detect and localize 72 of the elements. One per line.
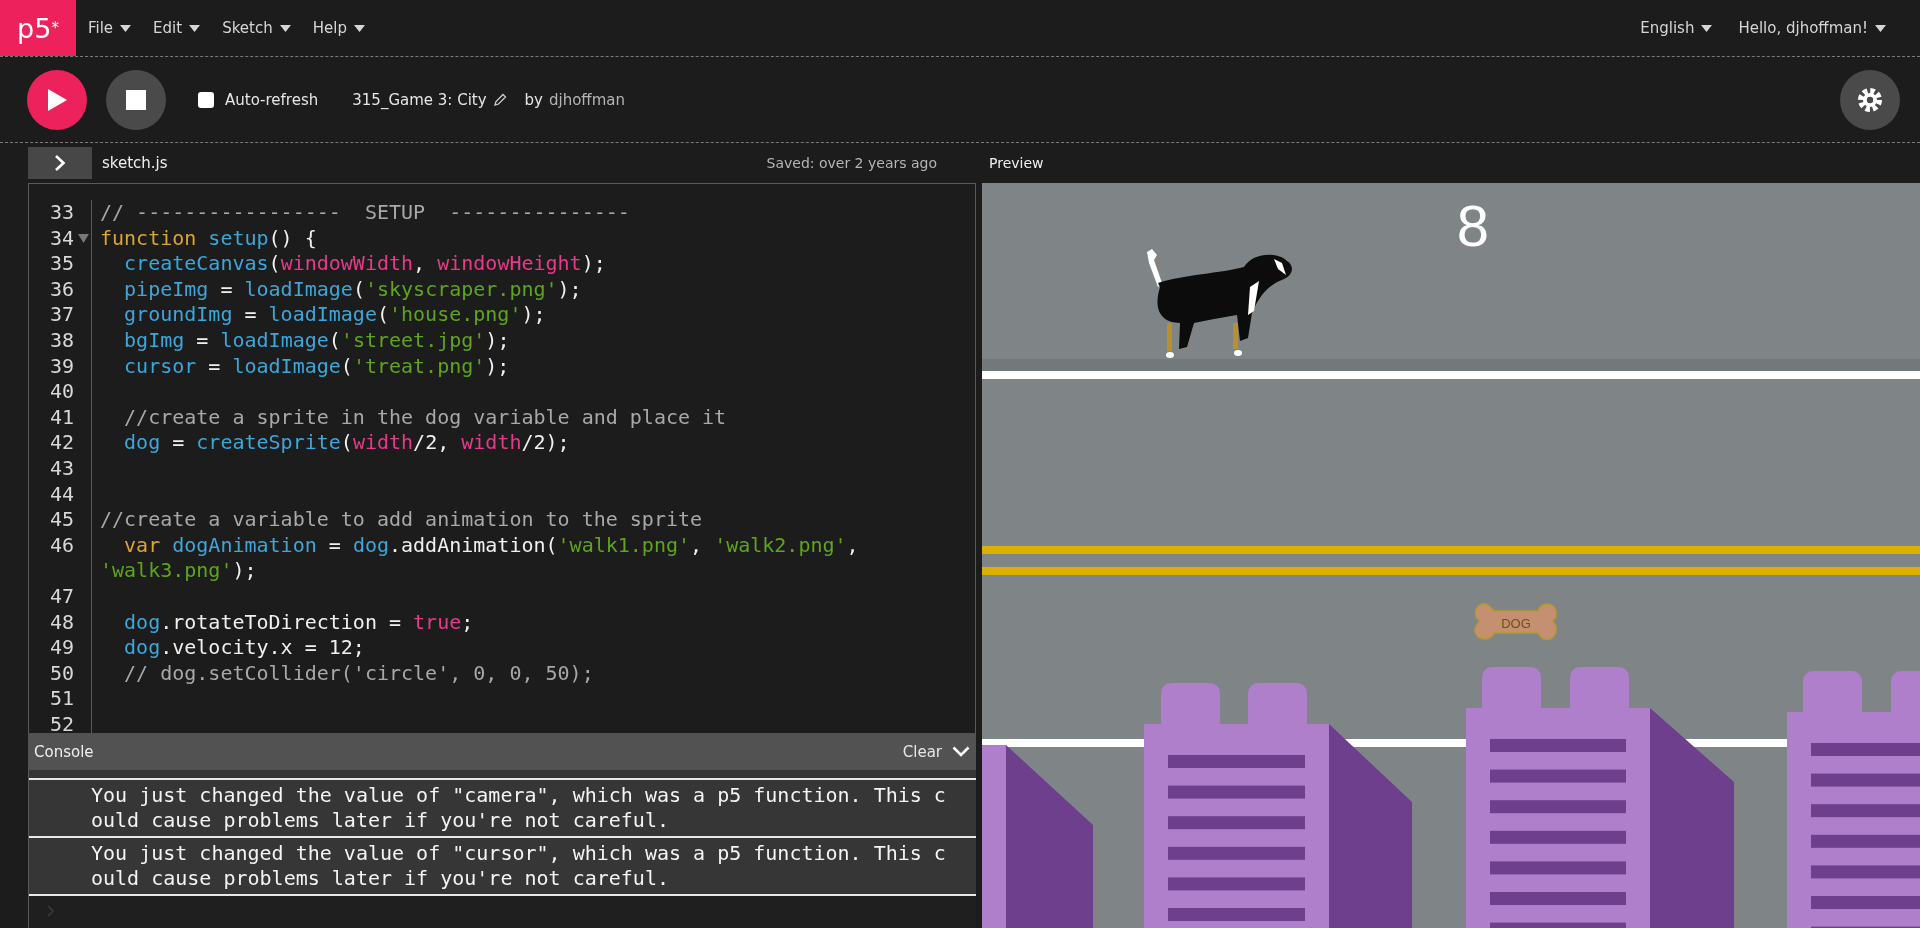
code-line: dog.rotateToDirection = true; bbox=[123, 609, 475, 636]
line-number: 48 bbox=[49, 609, 74, 636]
line-number: 47 bbox=[49, 583, 74, 610]
line-number: 46 bbox=[49, 532, 74, 559]
line-number: 37 bbox=[49, 302, 74, 328]
line-number: 50 bbox=[49, 660, 74, 687]
checkbox-label: Auto-refresh bbox=[225, 90, 319, 109]
code-line: createCanvas(windowWidth, windowHeight); bbox=[123, 251, 607, 277]
collapse-button[interactable] bbox=[952, 746, 970, 757]
fold-marker-icon[interactable] bbox=[78, 233, 89, 243]
line-number: 40 bbox=[49, 379, 74, 405]
bone-label: DOG bbox=[1501, 616, 1531, 631]
line-number: 35 bbox=[49, 251, 74, 277]
code-line: bgImg = loadImage('street.jpg'); bbox=[123, 327, 511, 354]
code-line: // ----------------- SETUP --------------- bbox=[99, 200, 631, 226]
line-number: 34 bbox=[49, 225, 74, 252]
menu-item[interactable]: Sketch bbox=[222, 19, 291, 37]
line-number: 44 bbox=[49, 481, 74, 508]
prompt-icon bbox=[47, 905, 55, 917]
console-title: Console bbox=[34, 742, 94, 761]
code-line: function setup() { bbox=[99, 225, 318, 252]
file-name[interactable]: sketch.js bbox=[102, 154, 168, 172]
play-icon bbox=[46, 87, 68, 112]
menu-item[interactable]: Hello, djhoffman! bbox=[1738, 19, 1886, 37]
line-number: 33 bbox=[49, 200, 74, 226]
preview-label: Preview bbox=[989, 155, 1044, 171]
caret-icon bbox=[1875, 24, 1886, 32]
code-line: //create a variable to add animation to the sprite bbox=[99, 507, 704, 533]
author-link[interactable]: djhoffman bbox=[549, 90, 626, 109]
saved-status: Saved: over 2 years ago bbox=[766, 155, 937, 171]
caret-icon bbox=[120, 24, 132, 32]
line-number: 38 bbox=[49, 327, 74, 354]
game-canvas[interactable]: 8 DOG bbox=[982, 183, 1920, 928]
line-number: 49 bbox=[49, 635, 74, 661]
logo[interactable]: p5$^{*}$ bbox=[0, 0, 76, 56]
line-number: 51 bbox=[49, 686, 74, 712]
caret-icon bbox=[1701, 24, 1713, 32]
clear-button[interactable]: Clear bbox=[902, 742, 942, 761]
line-number: 52 bbox=[49, 711, 74, 733]
pencil-icon[interactable] bbox=[492, 92, 507, 107]
chevron-right-icon bbox=[54, 154, 66, 172]
line-number: 41 bbox=[49, 404, 74, 431]
menu-item[interactable]: Help bbox=[312, 19, 365, 37]
line-number: 43 bbox=[49, 455, 74, 482]
stop-icon bbox=[126, 89, 146, 110]
code-line: cursor = loadImage('treat.png'); bbox=[123, 353, 511, 380]
console-message: You just changed the value of "camera", which was a p5 function. This could cause problems later if you're not careful. bbox=[91, 783, 946, 833]
caret-icon bbox=[189, 24, 201, 32]
console-message: You just changed the value of "cursor", which was a p5 function. This could cause problems later if you're not careful. bbox=[91, 841, 946, 891]
code-line: dog.velocity.x = 12; bbox=[123, 635, 366, 661]
code-line: groundImg = loadImage('house.png'); bbox=[123, 302, 547, 328]
caret-icon bbox=[279, 24, 291, 32]
menu-item[interactable]: English bbox=[1640, 19, 1713, 37]
line-number: 42 bbox=[49, 430, 74, 456]
settings-icon bbox=[1857, 86, 1883, 113]
menu-item[interactable]: Edit bbox=[153, 19, 201, 37]
chevron-down-icon bbox=[952, 746, 970, 757]
checkbox[interactable] bbox=[198, 91, 214, 108]
code-line: var dogAnimation = dog.addAnimation('walk1.png', 'walk2.png', 'walk3.png'); bbox=[99, 532, 860, 584]
byline-label: by bbox=[524, 90, 543, 109]
code-line: // dog.setCollider('circle', 0, 0, 50); bbox=[123, 660, 595, 687]
code-line: //create a sprite in the dog variable and place it bbox=[123, 404, 728, 431]
line-number: 39 bbox=[49, 353, 74, 380]
caret-icon bbox=[353, 24, 365, 32]
code-line: pipeImg = loadImage('skyscraper.png'); bbox=[123, 276, 583, 303]
code-line: dog = createSprite(width/2, width/2); bbox=[123, 430, 571, 456]
expand-sidebar-button[interactable] bbox=[28, 147, 92, 179]
sketch-name[interactable]: 315_Game 3: City bbox=[352, 90, 487, 109]
menu-item[interactable]: File bbox=[88, 19, 132, 37]
line-number: 45 bbox=[49, 507, 74, 533]
line-number: 36 bbox=[49, 276, 74, 303]
score-text: 8 bbox=[1456, 193, 1490, 258]
